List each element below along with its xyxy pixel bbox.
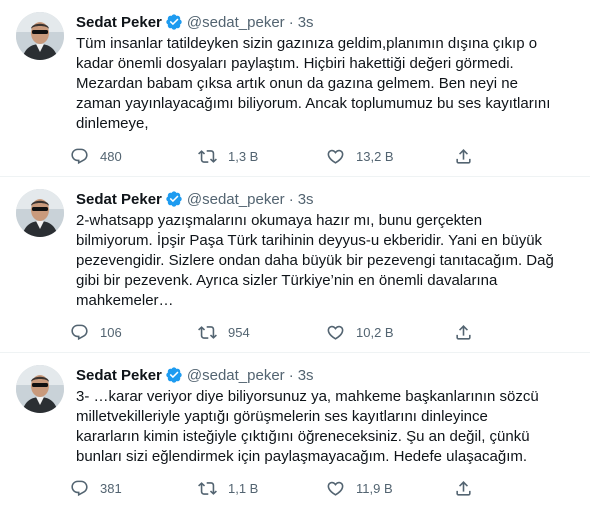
author-handle[interactable]: @sedat_peker: [187, 14, 285, 31]
retweet-button[interactable]: 1,1 B: [198, 479, 326, 498]
retweet-icon: [198, 323, 217, 342]
share-icon: [454, 323, 473, 342]
reply-icon: [70, 147, 89, 166]
share-button[interactable]: [454, 147, 494, 166]
tweet-header: Sedat Peker @sedat_peker · 3s: [76, 365, 314, 385]
separator-dot: ·: [288, 366, 294, 384]
tweet[interactable]: Sedat Peker @sedat_peker · 3s Tüm insanl…: [0, 0, 590, 177]
author-handle[interactable]: @sedat_peker: [187, 367, 285, 384]
tweet-text-line: bunları sizi eğlendirmek için paylaşmaya…: [76, 448, 528, 465]
verified-badge-icon: [165, 190, 183, 208]
author-name[interactable]: Sedat Peker: [76, 191, 162, 208]
tweet-text-line: gibi bir pezevenk. Ayrıca sizler Türkiye…: [76, 272, 498, 289]
retweet-count: 1,1 B: [228, 480, 259, 496]
retweet-count: 1,3 B: [228, 148, 259, 164]
retweet-count: 954: [228, 324, 250, 340]
like-button[interactable]: 11,9 B: [326, 479, 454, 498]
tweet-text: Tüm insanlar tatildeyken sizin gazınıza …: [76, 34, 576, 134]
tweet-text-line: milletvekilleriyle yaptığı görüşmelerin …: [76, 408, 488, 425]
tweet-text-line: pezevengidir. Sizlere ondan daha büyük b…: [76, 252, 554, 269]
reply-button[interactable]: 480: [70, 147, 198, 166]
tweet-header: Sedat Peker @sedat_peker · 3s: [76, 12, 314, 32]
tweet-actions: 480 1,3 B 13,2 B: [70, 145, 500, 167]
avatar[interactable]: [16, 189, 64, 237]
tweet-text-line: mahkemeler…: [76, 292, 174, 309]
share-button[interactable]: [454, 479, 494, 498]
like-icon: [326, 479, 345, 498]
reply-icon: [70, 479, 89, 498]
tweet-time[interactable]: 3s: [298, 14, 314, 31]
verified-badge-icon: [165, 13, 183, 31]
tweet-text-line: zaman yayınlayacağımı biliyorum. Ancak t…: [76, 95, 551, 112]
tweet-text-line: kadar önemli dosyaları paylaştım. Hiçbir…: [76, 55, 514, 72]
share-icon: [454, 147, 473, 166]
share-icon: [454, 479, 473, 498]
tweet-text-line: bilmiyorum. İpşir Paşa Türk tarihinin de…: [76, 232, 543, 249]
tweet-text-line: kararların kimin isteğiyle çıktığını öğr…: [76, 428, 530, 445]
like-button[interactable]: 13,2 B: [326, 147, 454, 166]
like-count: 11,9 B: [356, 480, 393, 496]
tweet-time[interactable]: 3s: [298, 367, 314, 384]
reply-button[interactable]: 106: [70, 323, 198, 342]
tweet-text-line: Tüm insanlar tatildeyken sizin gazınıza …: [76, 35, 538, 52]
retweet-button[interactable]: 954: [198, 323, 326, 342]
tweet-time[interactable]: 3s: [298, 191, 314, 208]
verified-badge-icon: [165, 366, 183, 384]
separator-dot: ·: [288, 13, 294, 31]
avatar[interactable]: [16, 365, 64, 413]
tweet-text-line: 3- …karar veriyor diye biliyorsunuz ya, …: [76, 388, 539, 405]
retweet-icon: [198, 479, 217, 498]
tweet[interactable]: Sedat Peker @sedat_peker · 3s 2-whatsapp…: [0, 177, 590, 353]
author-handle[interactable]: @sedat_peker: [187, 191, 285, 208]
like-count: 13,2 B: [356, 148, 394, 164]
like-count: 10,2 B: [356, 324, 394, 340]
reply-count: 106: [100, 324, 122, 340]
reply-icon: [70, 323, 89, 342]
tweet-actions: 106 954 10,2 B: [70, 321, 500, 343]
reply-count: 480: [100, 148, 122, 164]
tweet-actions: 381 1,1 B 11,9 B: [70, 477, 500, 499]
avatar[interactable]: [16, 12, 64, 60]
retweet-icon: [198, 147, 217, 166]
tweet-header: Sedat Peker @sedat_peker · 3s: [76, 189, 314, 209]
tweet-text: 2-whatsapp yazışmalarını okumaya hazır m…: [76, 211, 576, 311]
tweet-text-line: Mezardan babam çıksa artık onun da gazın…: [76, 75, 518, 92]
tweet-text-line: 2-whatsapp yazışmalarını okumaya hazır m…: [76, 212, 483, 229]
like-icon: [326, 323, 345, 342]
tweet-text-line: dinlemeye,: [76, 115, 149, 132]
reply-button[interactable]: 381: [70, 479, 198, 498]
tweet-text: 3- …karar veriyor diye biliyorsunuz ya, …: [76, 387, 576, 467]
tweet[interactable]: Sedat Peker @sedat_peker · 3s 3- …karar …: [0, 353, 590, 514]
like-icon: [326, 147, 345, 166]
timeline: Sedat Peker @sedat_peker · 3s Tüm insanl…: [0, 0, 590, 514]
share-button[interactable]: [454, 323, 494, 342]
author-name[interactable]: Sedat Peker: [76, 367, 162, 384]
like-button[interactable]: 10,2 B: [326, 323, 454, 342]
reply-count: 381: [100, 480, 122, 496]
retweet-button[interactable]: 1,3 B: [198, 147, 326, 166]
separator-dot: ·: [288, 190, 294, 208]
author-name[interactable]: Sedat Peker: [76, 14, 162, 31]
